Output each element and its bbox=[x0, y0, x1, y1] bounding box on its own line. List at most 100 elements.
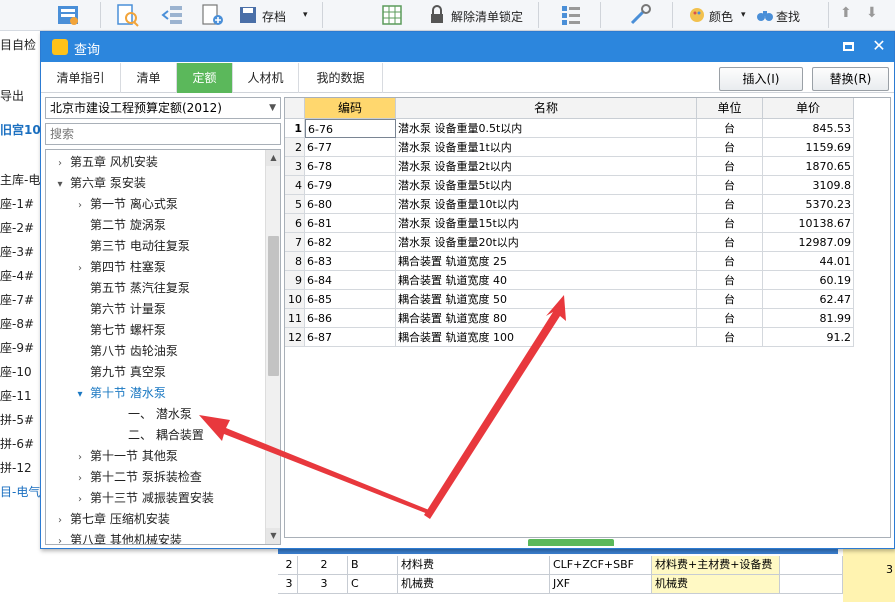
bg-left-item[interactable]: 座-4# bbox=[0, 267, 44, 283]
tree-node[interactable]: › 第一节 离心式泵 bbox=[74, 194, 178, 215]
code-cell[interactable]: 6-87 bbox=[305, 328, 396, 347]
bg-left-item[interactable]: 座-11 bbox=[0, 387, 44, 403]
price-cell[interactable]: 60.19 bbox=[763, 271, 854, 290]
unit-cell[interactable]: 台 bbox=[697, 271, 763, 290]
unit-cell[interactable]: 台 bbox=[697, 214, 763, 233]
tree-node[interactable]: 第三节 电动往复泵 bbox=[74, 236, 190, 257]
price-cell[interactable]: 91.2 bbox=[763, 328, 854, 347]
search-document-icon[interactable] bbox=[115, 3, 141, 27]
code-cell[interactable]: 6-83 bbox=[305, 252, 396, 271]
code-cell[interactable]: 6-85 bbox=[305, 290, 396, 309]
tab-labor-material-machine[interactable]: 人材机 bbox=[233, 63, 299, 93]
replace-button[interactable]: 替换(R) bbox=[812, 67, 889, 91]
scroll-up-icon[interactable]: ▲ bbox=[266, 150, 280, 166]
code-cell[interactable]: 6-82 bbox=[305, 233, 396, 252]
unit-cell[interactable]: 台 bbox=[697, 233, 763, 252]
tools-icon[interactable] bbox=[628, 3, 654, 27]
bg-value-cell[interactable]: 3 bbox=[886, 563, 893, 576]
bg-formula-cell[interactable]: JXF bbox=[550, 575, 652, 594]
tab-list[interactable]: 清单 bbox=[121, 63, 177, 93]
bg-left-item[interactable]: 座-9# bbox=[0, 339, 44, 355]
bg-seq-cell[interactable]: 3 bbox=[298, 575, 348, 594]
column-header-code[interactable]: 编码 bbox=[305, 98, 396, 119]
save-icon[interactable] bbox=[236, 3, 262, 27]
up-arrow-icon[interactable]: ⬆ bbox=[840, 5, 852, 21]
unit-cell[interactable]: 台 bbox=[697, 119, 763, 138]
tree-node[interactable]: 第八节 齿轮油泵 bbox=[74, 341, 178, 362]
dialog-titlebar[interactable]: 查询 ✕ bbox=[41, 32, 894, 62]
maximize-icon[interactable] bbox=[843, 42, 854, 51]
insert-button[interactable]: 插入(I) bbox=[719, 67, 803, 91]
scroll-down-icon[interactable]: ▼ bbox=[266, 528, 280, 544]
bg-code-cell[interactable]: C bbox=[348, 575, 398, 594]
tree-node[interactable]: 第五节 蒸汽往复泵 bbox=[74, 278, 190, 299]
code-cell[interactable]: 6-84 bbox=[305, 271, 396, 290]
chevron-down-icon[interactable]: ▾ bbox=[741, 10, 746, 20]
bg-left-item[interactable]: 座-8# bbox=[0, 315, 44, 331]
tree-node[interactable]: › 第七章 压缩机安装 bbox=[54, 509, 170, 530]
chevron-right-icon[interactable]: › bbox=[74, 195, 86, 216]
column-header-price[interactable]: 单价 bbox=[763, 98, 854, 119]
bg-seq-cell[interactable]: 2 bbox=[298, 556, 348, 575]
tree-node[interactable]: › 第十一节 其他泵 bbox=[74, 446, 178, 467]
code-cell[interactable]: 6-77 bbox=[305, 138, 396, 157]
name-cell[interactable]: 潜水泵 设备重量15t以内 bbox=[396, 214, 697, 233]
price-cell[interactable]: 1870.65 bbox=[763, 157, 854, 176]
unit-cell[interactable]: 台 bbox=[697, 252, 763, 271]
name-cell[interactable]: 潜水泵 设备重量5t以内 bbox=[396, 176, 697, 195]
chevron-right-icon[interactable]: › bbox=[74, 258, 86, 279]
search-input[interactable] bbox=[45, 123, 281, 145]
bg-name-cell[interactable]: 材料费 bbox=[398, 556, 550, 575]
chevron-right-icon[interactable]: › bbox=[74, 447, 86, 468]
tree-node[interactable]: ▾ 第六章 泵安装 bbox=[54, 173, 145, 194]
name-cell[interactable]: 潜水泵 设备重量1t以内 bbox=[396, 138, 697, 157]
bg-left-item[interactable]: 座-1# bbox=[0, 195, 44, 211]
tab-my-data[interactable]: 我的数据 bbox=[299, 63, 383, 93]
tree-node[interactable]: 一、 潜水泵 bbox=[112, 404, 192, 425]
price-cell[interactable]: 845.53 bbox=[763, 119, 854, 138]
bg-empty-cell[interactable] bbox=[780, 575, 843, 594]
unit-cell[interactable]: 台 bbox=[697, 157, 763, 176]
chevron-down-icon[interactable]: ▼ bbox=[269, 98, 276, 118]
name-cell[interactable]: 耦合装置 轨道宽度 100 bbox=[396, 328, 697, 347]
unit-cell[interactable]: 台 bbox=[697, 290, 763, 309]
name-cell[interactable]: 潜水泵 设备重量0.5t以内 bbox=[396, 119, 697, 138]
tree-node[interactable]: › 第八章 其他机械安装 bbox=[54, 530, 182, 544]
tree-node[interactable]: 第九节 真空泵 bbox=[74, 362, 166, 383]
tree-node[interactable]: 二、 耦合装置 bbox=[112, 425, 204, 446]
spreadsheet-icon[interactable] bbox=[380, 3, 406, 27]
bg-left-item[interactable]: 座-3# bbox=[0, 243, 44, 259]
bg-left-item[interactable]: 座-7# bbox=[0, 291, 44, 307]
bg-left-item[interactable]: 目-电气 bbox=[0, 483, 44, 499]
splitter-handle[interactable] bbox=[528, 539, 614, 546]
tree-node[interactable]: 第六节 计量泵 bbox=[74, 299, 166, 320]
tab-quota[interactable]: 定额 bbox=[177, 63, 233, 93]
unit-cell[interactable]: 台 bbox=[697, 309, 763, 328]
tree-scrollbar[interactable]: ▲ ▼ bbox=[265, 150, 280, 544]
bg-formula-cell[interactable]: CLF+ZCF+SBF bbox=[550, 556, 652, 575]
code-cell[interactable]: 6-86 bbox=[305, 309, 396, 328]
bg-code-cell[interactable]: B bbox=[348, 556, 398, 575]
code-cell[interactable]: 6-79 bbox=[305, 176, 396, 195]
tree-node[interactable]: ▾ 第十节 潜水泵 bbox=[74, 383, 165, 404]
price-cell[interactable]: 10138.67 bbox=[763, 214, 854, 233]
move-rows-icon[interactable] bbox=[160, 3, 186, 27]
bg-empty-cell[interactable] bbox=[780, 556, 843, 575]
tree-node[interactable]: › 第十三节 减振装置安装 bbox=[74, 488, 214, 509]
price-cell[interactable]: 81.99 bbox=[763, 309, 854, 328]
name-cell[interactable]: 潜水泵 设备重量10t以内 bbox=[396, 195, 697, 214]
tab-list-guide[interactable]: 清单指引 bbox=[41, 63, 121, 93]
scrollbar-thumb[interactable] bbox=[268, 236, 279, 376]
chevron-right-icon[interactable]: › bbox=[74, 468, 86, 489]
price-cell[interactable]: 3109.8 bbox=[763, 176, 854, 195]
unit-cell[interactable]: 台 bbox=[697, 195, 763, 214]
chevron-right-icon[interactable]: › bbox=[54, 510, 66, 531]
tree-node[interactable]: › 第五章 风机安装 bbox=[54, 152, 158, 173]
bg-left-item[interactable]: 座-2# bbox=[0, 219, 44, 235]
code-cell[interactable]: 6-81 bbox=[305, 214, 396, 233]
code-cell[interactable]: 6-76 bbox=[305, 119, 396, 138]
name-cell[interactable]: 潜水泵 设备重量2t以内 bbox=[396, 157, 697, 176]
name-cell[interactable]: 耦合装置 轨道宽度 40 bbox=[396, 271, 697, 290]
database-icon[interactable] bbox=[55, 3, 81, 27]
name-cell[interactable]: 耦合装置 轨道宽度 50 bbox=[396, 290, 697, 309]
